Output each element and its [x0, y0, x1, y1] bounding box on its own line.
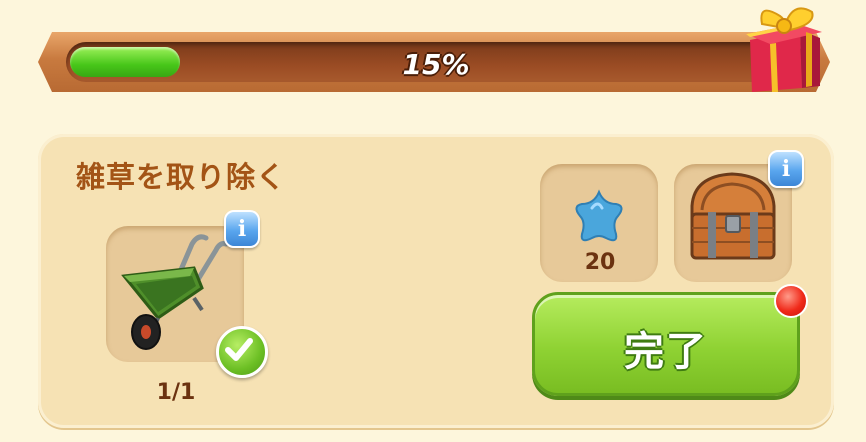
complete-button[interactable]: 完了 — [532, 292, 800, 396]
checkmark-icon — [216, 326, 268, 378]
progress-percent-text: 15% — [402, 48, 470, 81]
task-title: 雑草を取り除く — [76, 160, 287, 194]
complete-button-label: 完了 — [624, 329, 708, 375]
gift-box-icon[interactable] — [740, 0, 826, 98]
task-progress-bar: 15% — [38, 28, 830, 96]
tool-info-button[interactable]: i — [224, 210, 260, 248]
tool-count: 1/1 — [156, 380, 196, 405]
chest-info-button[interactable]: i — [768, 150, 804, 188]
progress-track: 15% — [66, 42, 806, 82]
reward-star-amount: 20 — [584, 250, 616, 275]
notification-dot-icon — [774, 284, 808, 318]
